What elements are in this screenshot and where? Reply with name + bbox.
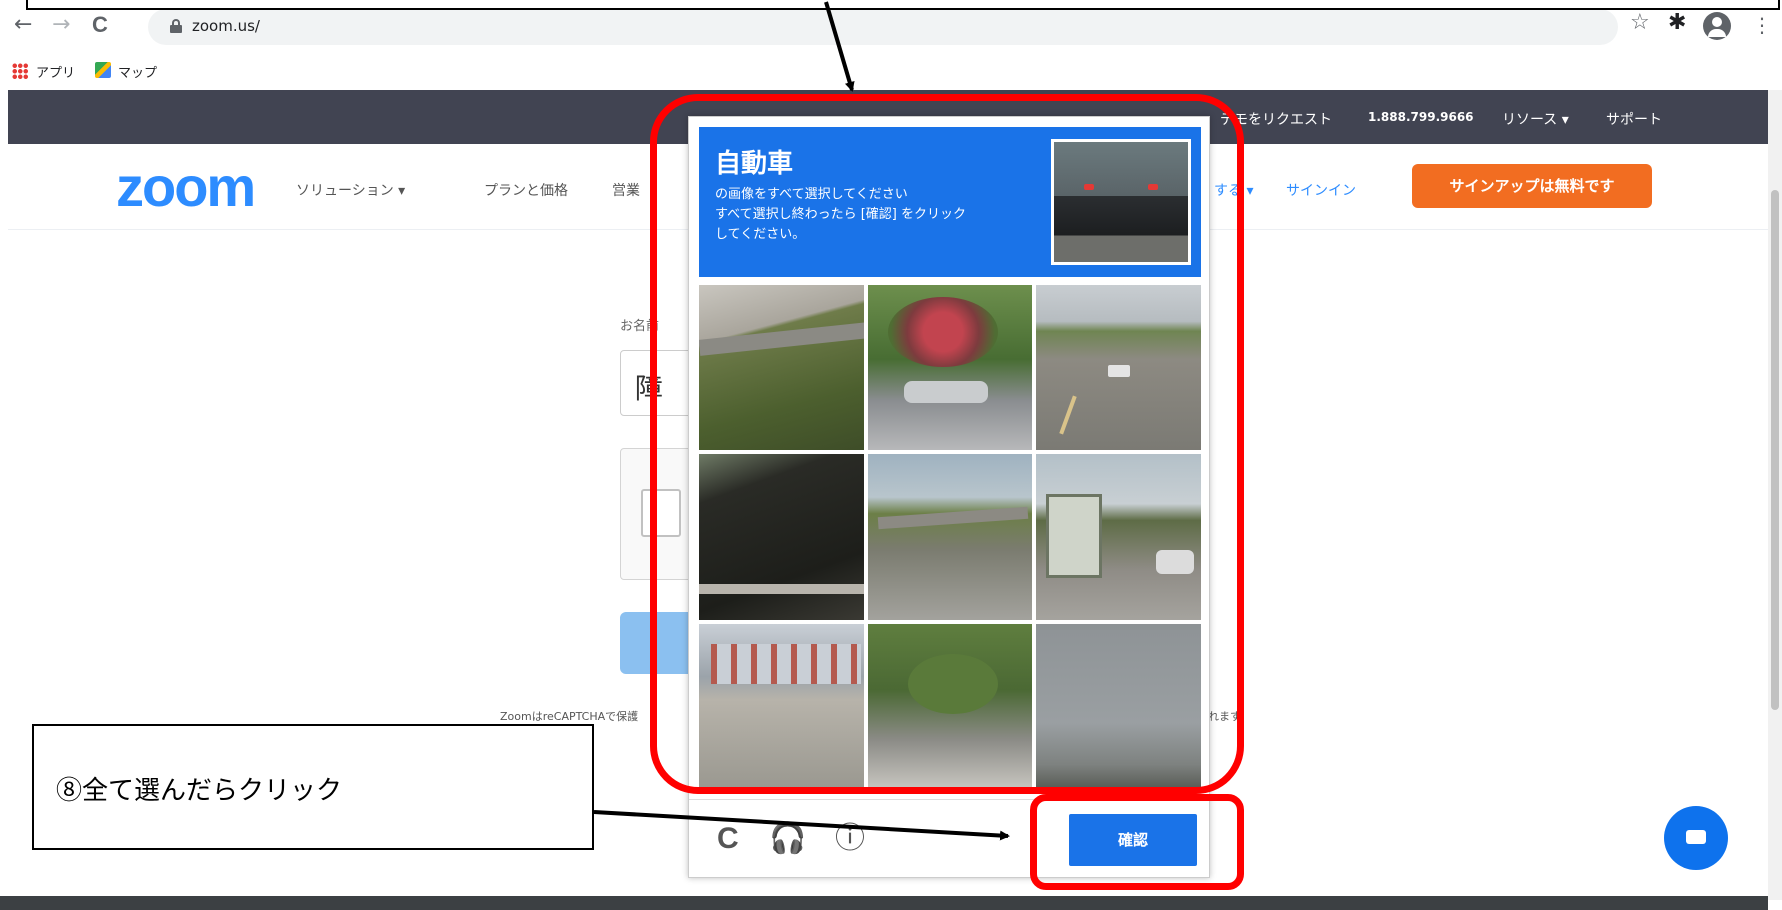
support-link[interactable]: サポート: [1606, 109, 1662, 129]
url-field[interactable]: zoom.us/: [148, 9, 1618, 45]
captcha-reload-icon[interactable]: C: [717, 824, 739, 854]
bookmark-maps[interactable]: マップ: [118, 62, 157, 81]
bookmarks-bar: アプリ マップ: [0, 54, 1782, 88]
maps-icon[interactable]: [95, 62, 111, 78]
annotation-callout-box: ⑧全て選んだらクリック: [32, 724, 594, 850]
extensions-puzzle-icon[interactable]: ✱: [1668, 12, 1686, 34]
nav-solutions[interactable]: ソリューション ▾: [296, 180, 405, 200]
taskbar-strip: [0, 896, 1768, 910]
bookmark-apps[interactable]: アプリ: [36, 62, 75, 81]
signup-button[interactable]: サインアップは無料です: [1412, 164, 1652, 208]
zoom-logo[interactable]: zoom: [116, 154, 256, 219]
browser-menu-icon[interactable]: ⋮: [1752, 15, 1772, 35]
url-text: zoom.us/: [192, 17, 260, 35]
profile-avatar-icon[interactable]: [1703, 12, 1731, 40]
bookmark-star-icon[interactable]: ☆: [1630, 12, 1650, 34]
captcha-audio-icon[interactable]: 🎧: [769, 824, 806, 854]
chat-bubble-icon[interactable]: [1664, 806, 1728, 870]
captcha-info-icon[interactable]: ⓘ: [835, 824, 865, 854]
resources-menu[interactable]: リソース ▾: [1502, 109, 1569, 129]
annotation-captcha-frame: [650, 94, 1244, 794]
nav-signin[interactable]: サインイン: [1286, 180, 1356, 200]
annotation-callout-text: ⑧全て選んだらクリック: [56, 776, 343, 806]
scrollbar-thumb[interactable]: [1771, 190, 1779, 710]
nav-sales[interactable]: 営業: [612, 180, 640, 200]
nav-plans[interactable]: プランと価格: [484, 180, 568, 200]
page-scrollbar[interactable]: [1768, 90, 1782, 900]
reload-icon[interactable]: C: [92, 14, 108, 36]
annotation-verify-frame: [1030, 794, 1244, 890]
forward-arrow-icon[interactable]: →: [52, 14, 70, 36]
legal-text: ZoomはreCAPTCHAで保護: [500, 710, 639, 723]
lock-icon: [170, 19, 182, 33]
annotation-top-box: [26, 0, 1780, 10]
apps-grid-icon[interactable]: [12, 63, 28, 79]
phone-link[interactable]: 1.888.799.9666: [1368, 110, 1474, 124]
back-arrow-icon[interactable]: ←: [14, 14, 32, 36]
